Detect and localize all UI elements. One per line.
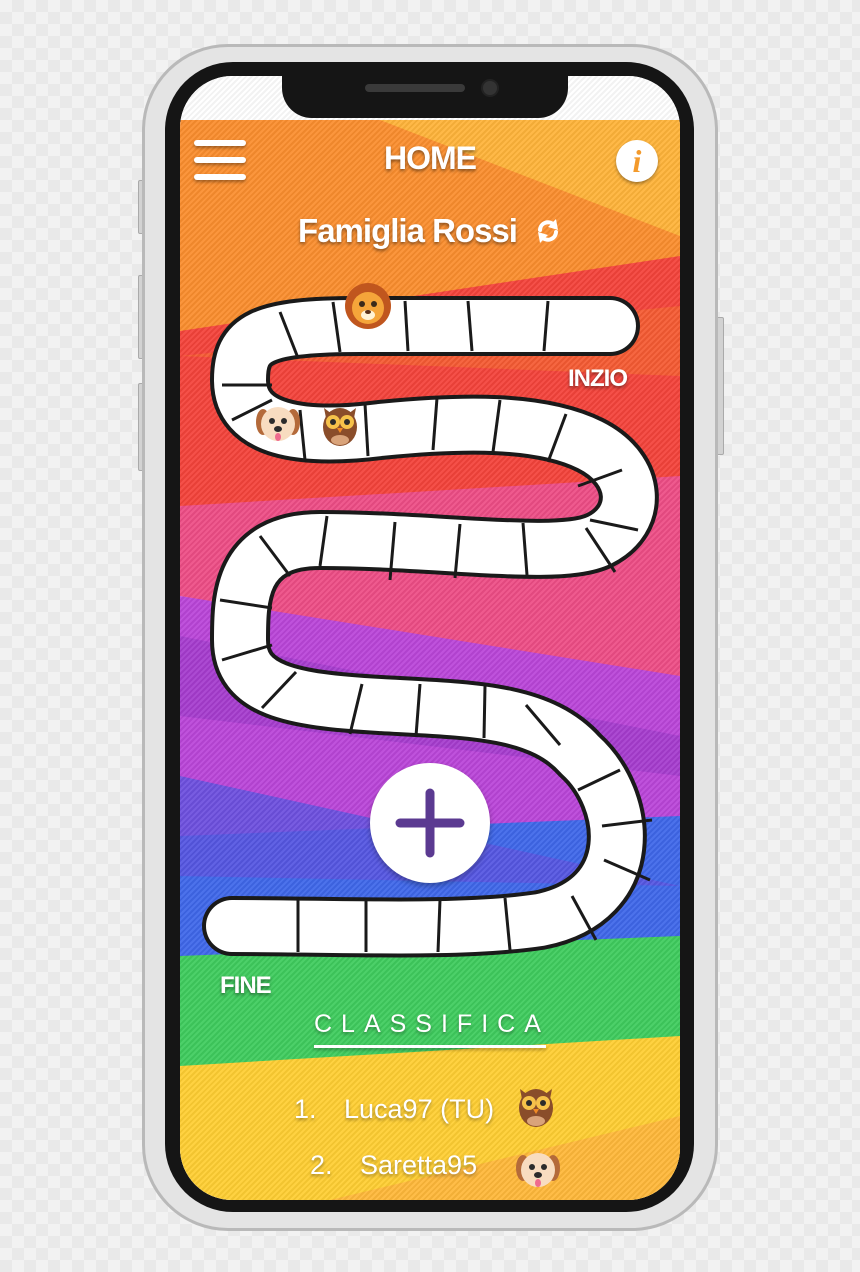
end-label: FINE bbox=[220, 972, 272, 999]
owl-token-icon[interactable] bbox=[316, 400, 364, 448]
phone-camera bbox=[481, 79, 499, 97]
group-name: Famiglia Rossi bbox=[298, 212, 518, 249]
dog-token-icon[interactable] bbox=[254, 400, 302, 448]
page-title: HOME bbox=[384, 140, 477, 176]
dog-icon bbox=[514, 1146, 562, 1194]
hamburger-menu-icon[interactable] bbox=[194, 140, 246, 180]
start-label: INZIO bbox=[568, 365, 628, 392]
leaderboard-rank: 1. bbox=[294, 1094, 317, 1124]
add-button[interactable] bbox=[370, 763, 490, 883]
plus-icon bbox=[395, 788, 465, 858]
phone-speaker bbox=[365, 84, 465, 92]
leaderboard-row: 2. bbox=[310, 1150, 333, 1181]
leaderboard-row: 1. bbox=[294, 1094, 317, 1125]
leaderboard-rank: 2. bbox=[310, 1150, 333, 1180]
leaderboard-player-name: Saretta95 bbox=[360, 1150, 478, 1180]
info-icon[interactable]: i bbox=[616, 140, 658, 182]
leaderboard-title: CLASSIFICA bbox=[314, 1010, 550, 1038]
owl-icon bbox=[512, 1081, 560, 1129]
refresh-icon[interactable] bbox=[534, 217, 562, 245]
leaderboard-underline bbox=[314, 1045, 546, 1048]
lion-token-icon[interactable] bbox=[344, 282, 392, 330]
leaderboard-player-name: Luca97 (TU) bbox=[344, 1094, 495, 1124]
info-glyph: i bbox=[632, 143, 642, 179]
